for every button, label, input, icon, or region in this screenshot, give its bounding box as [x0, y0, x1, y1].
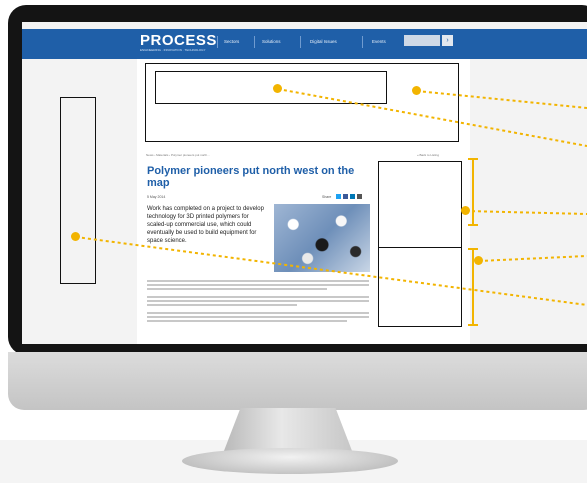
- height-bracket-half-page-line: [472, 248, 474, 326]
- annotation-marker: [273, 84, 282, 93]
- annotation-marker: [71, 232, 80, 241]
- height-bracket-mpu-line: [472, 158, 474, 226]
- annotation-leader-lines: [75, 88, 587, 306]
- annotation-marker: [412, 86, 421, 95]
